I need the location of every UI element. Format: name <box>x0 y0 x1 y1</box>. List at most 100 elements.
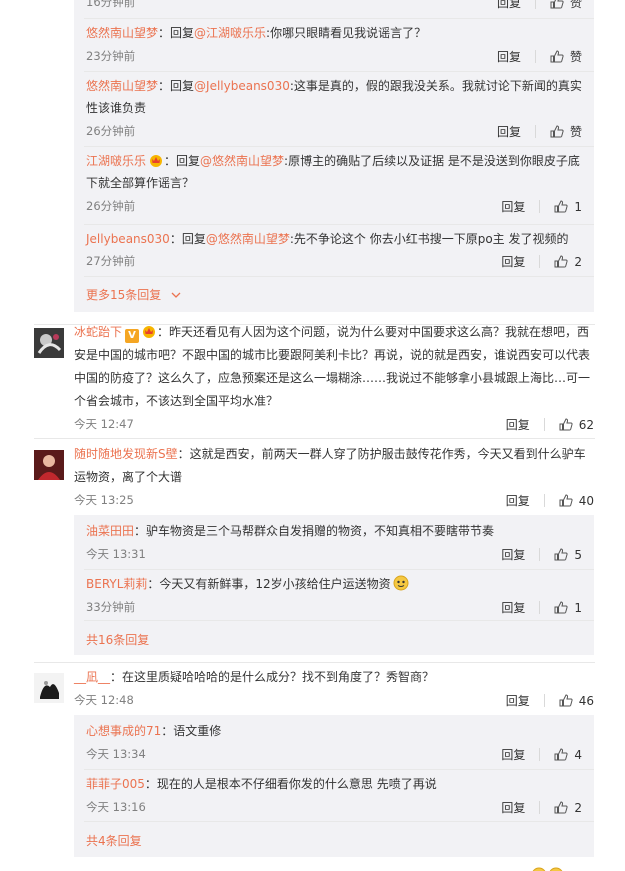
chevron-down-icon <box>171 292 181 298</box>
mention-link[interactable]: @Jellybeans030 <box>194 79 290 93</box>
reply-username[interactable]: Jellybeans030 <box>86 232 170 246</box>
like-button[interactable]: 赞 <box>550 48 582 65</box>
like-button[interactable]: 62 <box>559 418 594 432</box>
comment-actions: 回复 40 <box>506 492 594 509</box>
reply-username[interactable]: 悠然南山望梦 <box>86 79 158 93</box>
like-count: 1 <box>574 199 582 214</box>
like-button[interactable]: 1 <box>554 601 582 615</box>
like-button[interactable]: 1 <box>554 200 582 214</box>
thumbs-up-icon <box>554 801 568 814</box>
like-button[interactable]: 2 <box>554 255 582 269</box>
like-button[interactable]: 46 <box>559 694 594 708</box>
more-replies-link[interactable]: 更多15条回复 <box>86 286 181 303</box>
reply-prefix: ：回复 <box>169 232 206 246</box>
member-crown-icon <box>143 326 156 338</box>
reply-text: ：语文重修 <box>161 724 222 738</box>
reply-username[interactable]: BERYL莉莉 <box>86 577 147 591</box>
reply-content: 江湖啵乐乐 ：回复@悠然南山望梦:原博主的确贴了后续以及证据 是不是没送到你眼皮子… <box>86 150 582 194</box>
reply-username[interactable]: 菲菲子005 <box>86 777 145 791</box>
more-replies-label: 更多15条回复 <box>86 288 162 302</box>
comment-username[interactable]: 随时随地发现新S壁 <box>74 447 178 461</box>
reply-box-thread1: 16分钟前 回复 赞 悠然南山望梦：回复@江湖啵乐乐:你哪只眼睛看见我说谣言了？… <box>74 0 594 312</box>
divider <box>539 748 541 761</box>
like-count: 40 <box>578 493 594 508</box>
like-count: 1 <box>574 600 582 615</box>
reply-text: ：现在的人是根本不仔细看你发的什么意思 先喷了再说 <box>144 777 437 791</box>
reply-prefix: ：回复 <box>164 154 201 168</box>
like-button[interactable]: 赞 <box>550 123 582 140</box>
reply-button[interactable]: 回复 <box>506 416 530 433</box>
reply-actions: 回复 1 <box>501 599 582 616</box>
reply-actions: 回复 赞 <box>497 123 582 140</box>
mention-link[interactable]: @悠然南山望梦 <box>200 154 284 168</box>
list-item: Jellybeans030：回复@悠然南山望梦:先不争论这个 你去小红书搜一下原… <box>74 226 594 276</box>
comment-username[interactable]: 冰蛇跆下 <box>74 325 122 339</box>
like-button[interactable]: 40 <box>559 494 594 508</box>
reply-actions: 回复 2 <box>501 253 582 270</box>
like-button[interactable]: 5 <box>554 548 582 562</box>
like-button[interactable]: 2 <box>554 801 582 815</box>
reply-content: 悠然南山望梦：回复@江湖啵乐乐:你哪只眼睛看见我说谣言了？ <box>86 22 584 44</box>
more-replies-link[interactable]: 共4条回复 <box>86 832 142 849</box>
divider <box>84 18 594 19</box>
comment-actions: 回复 62 <box>506 416 594 433</box>
reply-time: 23分钟前 <box>86 49 136 63</box>
reply-button[interactable]: 回复 <box>506 492 530 509</box>
reply-button[interactable]: 回复 <box>501 198 525 215</box>
reply-button[interactable]: 回复 <box>497 123 521 140</box>
reply-time: 今天 13:16 <box>86 800 146 814</box>
reply-time: 26分钟前 <box>86 124 136 138</box>
reply-button[interactable]: 回复 <box>501 799 525 816</box>
avatar[interactable] <box>34 328 64 358</box>
comment-time: 今天 12:48 <box>74 693 134 707</box>
mention-link[interactable]: @悠然南山望梦 <box>206 232 290 246</box>
divider <box>534 50 536 63</box>
reply-username[interactable]: 悠然南山望梦 <box>86 26 158 40</box>
like-label: 赞 <box>569 0 582 10</box>
like-button[interactable]: 4 <box>554 748 582 762</box>
divider <box>84 769 594 770</box>
avatar[interactable] <box>34 450 64 480</box>
thumbs-up-icon <box>559 418 573 431</box>
reply-button[interactable]: 回复 <box>497 48 521 65</box>
reply-content: BERYL莉莉：今天又有新鲜事，12岁小孩给住户运送物资 <box>86 573 584 595</box>
reply-button[interactable]: 回复 <box>497 0 521 11</box>
divider <box>539 548 541 561</box>
comment-username[interactable]: __凪__ <box>74 670 110 684</box>
reply-actions: 回复 赞 <box>497 0 582 11</box>
divider <box>84 276 594 277</box>
reply-text: :你哪只眼睛看见我说谣言了？ <box>266 26 427 40</box>
thumbs-up-icon <box>559 694 573 707</box>
comment-page: 16分钟前 回复 赞 悠然南山望梦：回复@江湖啵乐乐:你哪只眼睛看见我说谣言了？… <box>0 0 625 871</box>
reply-actions: 回复 1 <box>501 198 582 215</box>
like-count: 2 <box>574 254 582 269</box>
thumbs-up-icon <box>550 125 564 138</box>
member-crown-icon <box>150 155 163 167</box>
reply-content: 心想事成的71：语文重修 <box>86 720 584 742</box>
like-button[interactable]: 赞 <box>550 0 582 11</box>
reply-username[interactable]: 江湖啵乐乐 <box>86 154 146 168</box>
comments-card: 16分钟前 回复 赞 悠然南山望梦：回复@江湖啵乐乐:你哪只眼睛看见我说谣言了？… <box>0 0 625 871</box>
thumbs-up-icon <box>554 255 568 268</box>
reply-username[interactable]: 心想事成的71 <box>86 724 161 738</box>
reply-button[interactable]: 回复 <box>506 692 530 709</box>
reply-actions: 回复 赞 <box>497 48 582 65</box>
reply-button[interactable]: 回复 <box>501 599 525 616</box>
list-item: 悠然南山望梦：回复@江湖啵乐乐:你哪只眼睛看见我说谣言了？ 23分钟前 回复 赞 <box>74 20 594 72</box>
mention-link[interactable]: @江湖啵乐乐 <box>194 26 266 40</box>
reply-prefix: ：回复 <box>158 26 195 40</box>
more-replies-link[interactable]: 共16条回复 <box>86 631 149 648</box>
reply-username[interactable]: 油菜田田 <box>86 524 134 538</box>
reply-time: 26分钟前 <box>86 199 136 213</box>
reply-button[interactable]: 回复 <box>501 746 525 763</box>
reply-button[interactable]: 回复 <box>501 253 525 270</box>
reply-button[interactable]: 回复 <box>501 546 525 563</box>
reply-actions: 回复 4 <box>501 746 582 763</box>
reply-content: 菲菲子005：现在的人是根本不仔细看你发的什么意思 先喷了再说 <box>86 773 584 795</box>
divider <box>534 0 536 9</box>
reply-prefix: ：回复 <box>158 79 195 93</box>
avatar[interactable] <box>34 673 64 703</box>
reply-time: 今天 13:31 <box>86 547 146 561</box>
reply-text: :先不争论这个 你去小红书搜一下原po主 发了视频的 <box>289 232 569 246</box>
reply-time: 27分钟前 <box>86 254 136 268</box>
